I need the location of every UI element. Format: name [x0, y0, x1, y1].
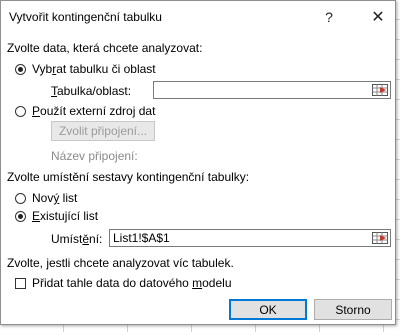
cancel-button[interactable]: Storno — [314, 299, 392, 320]
dialog-title: Vytvořit kontingenční tabulku — [9, 10, 162, 24]
radio-button[interactable] — [15, 105, 26, 117]
close-button[interactable]: ✕ — [366, 6, 390, 28]
location-section-label: Zvolte umístění sestavy kontingenční tab… — [7, 170, 250, 184]
radio-label-new-sheet: Nový list — [32, 191, 78, 205]
radio-external-source[interactable]: Použít externí zdroj dat — [15, 104, 155, 118]
radio-button[interactable] — [15, 192, 26, 204]
radio-label-select-table: Vybrat tabulku či oblast — [32, 62, 156, 76]
radio-button-selected[interactable] — [15, 210, 26, 222]
radio-button-selected[interactable] — [15, 63, 26, 75]
add-to-data-model-checkbox[interactable] — [15, 277, 26, 289]
choose-connection-button[interactable]: Zvolit připojení... — [51, 121, 155, 141]
table-range-label: Tabulka/oblast: — [51, 84, 132, 98]
radio-label-existing-sheet: Existující list — [32, 209, 99, 223]
range-select-icon[interactable] — [371, 83, 389, 97]
help-button[interactable]: ? — [317, 6, 341, 28]
radio-new-sheet[interactable]: Nový list — [15, 191, 77, 205]
source-section-label: Zvolte data, která chcete analyzovat: — [7, 41, 203, 55]
multiple-tables-section-label: Zvolte, jestli chcete analyzovat víc tab… — [7, 256, 234, 270]
create-pivot-table-dialog: Vytvořit kontingenční tabulku ? ✕ Zvolte… — [0, 0, 396, 325]
location-input[interactable] — [109, 229, 391, 247]
ok-button[interactable]: OK — [229, 299, 307, 320]
table-range-input[interactable] — [153, 81, 391, 99]
radio-label-external-source: Použít externí zdroj dat — [32, 104, 156, 118]
connection-name-label: Název připojení: — [51, 149, 138, 163]
add-to-data-model-label: Přidat tahle data do datového modelu — [32, 276, 232, 290]
radio-existing-sheet[interactable]: Existující list — [15, 209, 98, 223]
add-to-data-model-checkbox-row[interactable]: Přidat tahle data do datového modelu — [15, 276, 232, 290]
radio-select-table[interactable]: Vybrat tabulku či oblast — [15, 62, 156, 76]
range-select-icon[interactable] — [371, 231, 389, 245]
location-label: Umístění: — [51, 232, 103, 246]
title-bar: Vytvořit kontingenční tabulku ? ✕ — [1, 1, 395, 33]
